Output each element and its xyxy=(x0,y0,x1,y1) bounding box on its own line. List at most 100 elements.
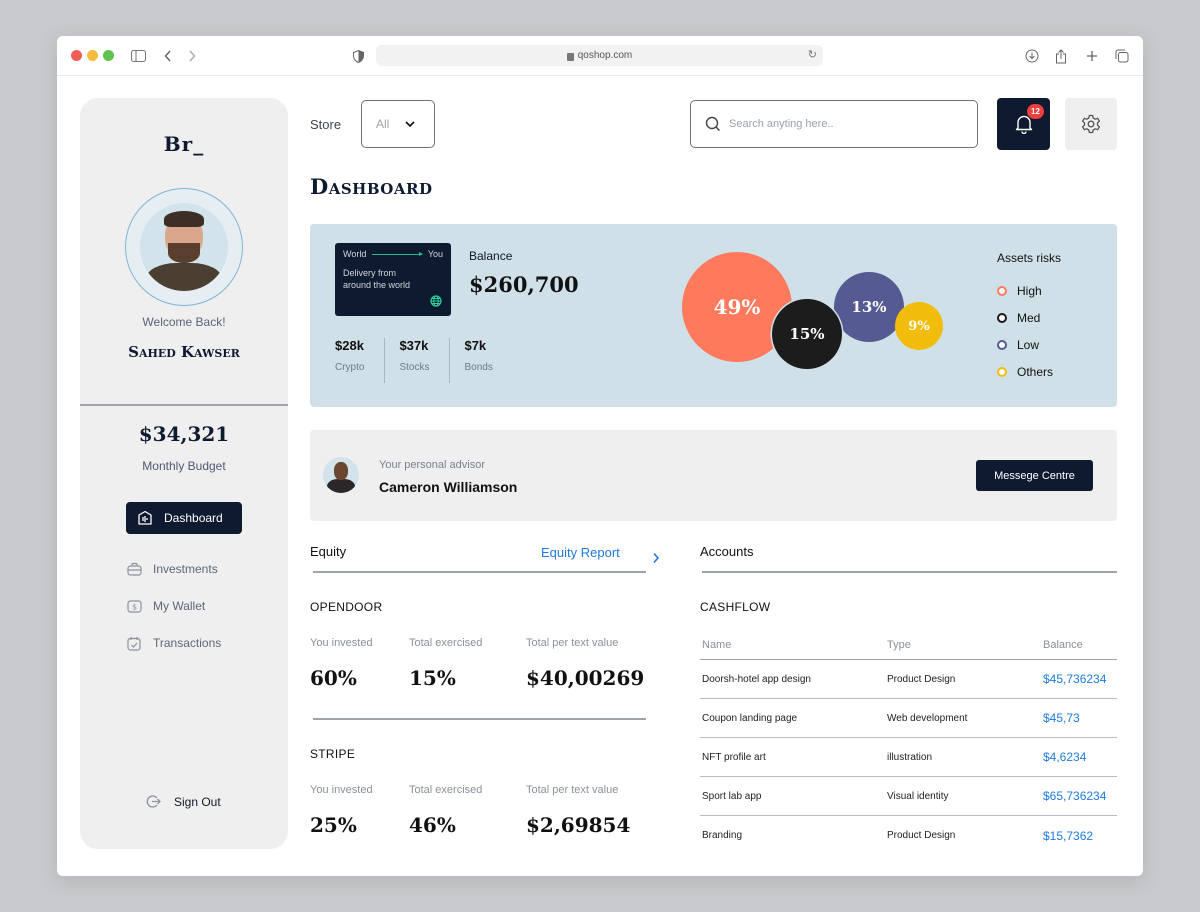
total-exercised-value: 46% xyxy=(409,813,456,837)
legend-label: High xyxy=(1017,283,1042,298)
total-per-text-value: $40,00269 xyxy=(526,666,645,690)
cell-name: NFT profile art xyxy=(702,751,766,763)
cell-type: Product Design xyxy=(887,673,956,685)
legend-item-high[interactable]: High xyxy=(997,277,1061,304)
forward-icon[interactable] xyxy=(182,46,202,66)
sidebar-item-label: Transactions xyxy=(153,636,222,650)
reload-icon[interactable]: ↻ xyxy=(808,48,817,61)
table-row[interactable]: Sport lab app Visual identity $65,736234 xyxy=(700,777,1117,816)
sidebar-item-dashboard[interactable]: Dashboard xyxy=(126,502,242,534)
browser-window: qoshop.com ↻ Br_ Welcome Back! Sahed Kaw… xyxy=(57,36,1143,876)
column-header-type[interactable]: Type xyxy=(887,639,1043,651)
arrow-right-icon xyxy=(372,251,424,256)
stat-label: Total exercised xyxy=(409,637,483,649)
column-header-balance[interactable]: Balance xyxy=(1043,639,1117,651)
sidebar-item-my-wallet[interactable]: $ My Wallet xyxy=(126,590,205,622)
accounts-divider xyxy=(702,571,1117,573)
chart-legend: Assets risks High Med Low Others xyxy=(997,251,1061,385)
maximize-window-button[interactable] xyxy=(103,50,114,61)
bubble-label: 49% xyxy=(713,295,761,319)
asset-value: $7k xyxy=(464,338,487,353)
stat-label: Total per text value xyxy=(526,784,619,796)
accounts-title: Accounts xyxy=(700,544,754,559)
lock-icon xyxy=(566,52,574,61)
sidebar-item-transactions[interactable]: Transactions xyxy=(126,627,221,659)
sidebar-item-label: Dashboard xyxy=(164,511,223,525)
avatar[interactable] xyxy=(140,203,228,291)
bubble-med[interactable]: 15% xyxy=(772,299,842,369)
new-tab-icon[interactable] xyxy=(1082,46,1102,66)
legend-item-low[interactable]: Low xyxy=(997,331,1061,358)
search-input[interactable] xyxy=(729,118,949,130)
shield-icon[interactable] xyxy=(348,46,368,66)
cell-name: Branding xyxy=(702,830,743,841)
table-row[interactable]: Coupon landing page Web development $45,… xyxy=(700,699,1117,738)
advisor-avatar[interactable] xyxy=(323,457,359,493)
bubble-label: 13% xyxy=(851,298,887,316)
bubble-low[interactable]: 13% xyxy=(834,272,904,342)
equity-title: Equity xyxy=(310,544,347,559)
legend-item-med[interactable]: Med xyxy=(997,304,1061,331)
legend-marker-icon xyxy=(997,312,1007,323)
sidebar-toggle-icon[interactable] xyxy=(128,46,148,66)
sign-out-icon xyxy=(146,794,162,810)
notifications-button[interactable]: 12 xyxy=(997,98,1050,150)
search-box[interactable] xyxy=(690,100,978,148)
cell-balance: $45,736234 xyxy=(1043,672,1107,686)
advisor-subtitle: Your personal advisor xyxy=(379,459,485,471)
message-centre-button[interactable]: Messege Centre xyxy=(976,460,1093,491)
search-icon xyxy=(705,116,721,132)
equity-report-link[interactable]: Equity Report xyxy=(541,545,620,560)
legend-item-others[interactable]: Others xyxy=(997,358,1061,385)
back-icon[interactable] xyxy=(158,46,178,66)
sign-out-button[interactable]: Sign Out xyxy=(146,794,221,810)
legend-label: Others xyxy=(1017,364,1054,379)
share-icon[interactable] xyxy=(1051,46,1071,66)
asset-bonds: $7k Bonds xyxy=(464,338,512,383)
stat-label: Total exercised xyxy=(409,784,483,796)
close-window-button[interactable] xyxy=(71,50,82,61)
table-row[interactable]: Branding Product Design $15,7362 xyxy=(700,816,1117,855)
store-select[interactable]: All xyxy=(361,100,435,148)
gear-icon xyxy=(1081,114,1101,134)
bubble-label: 15% xyxy=(789,325,825,343)
sidebar-item-label: My Wallet xyxy=(153,599,206,613)
delivery-text: Delivery from around the world xyxy=(343,268,411,290)
settings-button[interactable] xyxy=(1065,98,1117,150)
sidebar-item-label: Investments xyxy=(153,562,218,576)
chevron-right-icon[interactable] xyxy=(652,552,660,564)
balance-summary-panel: World You Delivery from around the world… xyxy=(310,224,1117,407)
legend-marker-icon xyxy=(997,339,1007,350)
monthly-budget-value: $34,321 xyxy=(138,422,230,446)
balance-label: Balance xyxy=(469,249,513,263)
logo[interactable]: Br_ xyxy=(80,132,288,156)
assets-risk-bubble-chart: 49% 15% 13% 9% xyxy=(665,244,955,394)
cell-balance: $4,6234 xyxy=(1043,750,1087,764)
table-row[interactable]: NFT profile art illustration $4,6234 xyxy=(700,738,1117,777)
clipboard-check-icon xyxy=(126,635,142,651)
asset-breakdown: $28k Crypto $37k Stocks $7k Bonds xyxy=(335,338,527,383)
bubble-label: 9% xyxy=(908,318,930,334)
asset-crypto: $28k Crypto xyxy=(335,338,386,383)
asset-label: Bonds xyxy=(464,362,493,373)
chevron-down-icon xyxy=(403,117,417,131)
column-header-name[interactable]: Name xyxy=(700,639,887,651)
bubble-others[interactable]: 9% xyxy=(895,302,943,350)
legend-label: Low xyxy=(1017,337,1040,352)
delivery-card[interactable]: World You Delivery from around the world xyxy=(335,243,451,316)
cashflow-table: Name Type Balance Doorsh-hotel app desig… xyxy=(700,631,1117,855)
notification-badge: 12 xyxy=(1027,104,1044,119)
company-name: STRIPE xyxy=(310,747,356,761)
sidebar-item-investments[interactable]: Investments xyxy=(126,553,218,585)
download-icon[interactable] xyxy=(1022,46,1042,66)
tabs-overview-icon[interactable] xyxy=(1112,46,1132,66)
you-invested-value: 25% xyxy=(310,813,357,837)
table-row[interactable]: Doorsh-hotel app design Product Design $… xyxy=(700,660,1117,699)
monthly-budget-label: Monthly Budget xyxy=(142,459,226,473)
advisor-panel: Your personal advisor Cameron Williamson… xyxy=(310,430,1117,521)
cell-name: Sport lab app xyxy=(702,790,762,802)
cell-balance: $15,7362 xyxy=(1043,828,1094,843)
minimize-window-button[interactable] xyxy=(87,50,98,61)
address-bar[interactable]: qoshop.com ↻ xyxy=(376,45,823,66)
cell-name: Coupon landing page xyxy=(702,712,798,724)
